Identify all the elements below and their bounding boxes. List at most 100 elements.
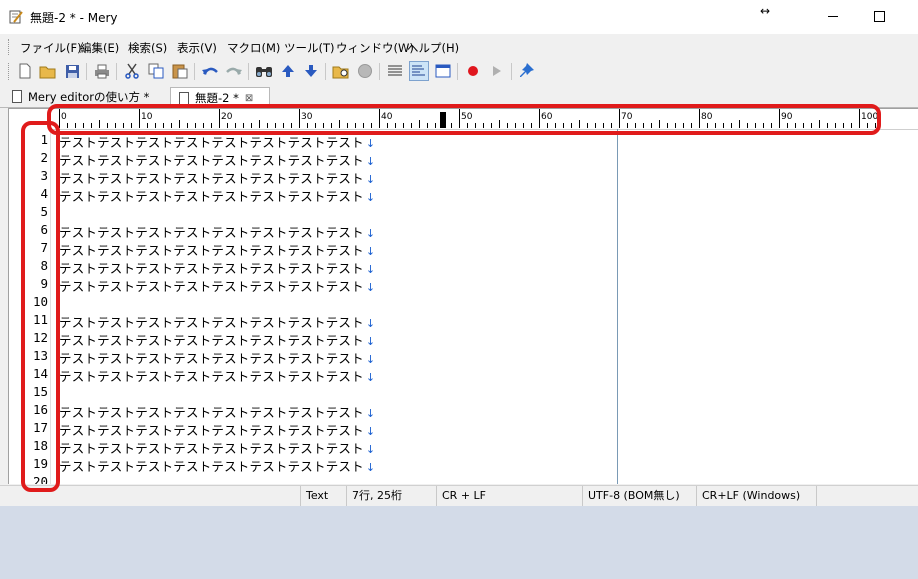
menu-help[interactable]: ヘルプ(H) [407,40,459,56]
close-tab-icon[interactable]: ⊠ [245,93,253,104]
text-line[interactable]: テストテストテストテストテストテストテストテスト ↓ [59,186,375,205]
menu-view[interactable]: 表示(V) [177,40,217,56]
copy-icon[interactable] [146,61,166,81]
line-text: テストテストテストテストテストテストテストテスト [59,153,364,168]
eol-mark-icon: ↓ [365,443,376,456]
menu-tools[interactable]: ツール(T) [284,40,335,56]
status-empty-cell [816,486,918,506]
toolbar-grip [8,63,12,80]
line-text: テストテストテストテストテストテストテストテスト [59,423,364,438]
line-text: テストテストテストテストテストテストテストテスト [59,135,364,150]
line-text: テストテストテストテストテストテストテストテスト [59,459,364,474]
new-file-icon[interactable] [15,61,35,81]
line-text: テストテストテストテストテストテストテストテスト [59,171,364,186]
text-line[interactable]: テストテストテストテストテストテストテストテスト ↓ [59,222,375,241]
toolbar [0,59,918,84]
maximize-button[interactable] [866,6,892,26]
paste-icon[interactable] [170,61,190,81]
eol-mark-icon: ↓ [365,371,376,384]
text-line[interactable]: テストテストテストテストテストテストテストテスト ↓ [59,258,375,277]
line-text: テストテストテストテストテストテストテストテスト [59,279,364,294]
status-encoding[interactable]: UTF-8 (BOM無し) [582,486,696,506]
print-icon[interactable] [92,61,112,81]
editor-pane[interactable]: 0 10 20 30 40 50 60 70 80 90 100 1 2 3 4 5 6 7 8 9 10 11 12 13… [8,108,918,484]
line-text: テストテストテストテストテストテストテストテスト [59,369,364,384]
line-text: テストテストテストテストテストテストテストテスト [59,189,364,204]
eol-mark-icon: ↓ [365,335,376,348]
menu-bar: ファイル(F) 編集(E) 検索(S) 表示(V) マクロ(M) ツール(T) … [0,36,918,58]
app-window: 無題-2 * - Mery ↔ ファイル(F) 編集(E) 検索(S) 表示(V… [0,0,918,506]
status-mode[interactable]: Text [300,486,346,506]
document-icon [12,90,22,103]
eol-mark-icon: ↓ [365,407,376,420]
menu-edit[interactable]: 編集(E) [80,40,119,56]
status-position[interactable]: 7行, 25桁 [346,486,436,506]
menu-window[interactable]: ウィンドウ(W) [336,40,414,56]
undo-icon[interactable] [200,61,220,81]
menubar-grip [8,39,12,55]
menu-search[interactable]: 検索(S) [128,40,167,56]
find-up-icon[interactable] [278,61,298,81]
text-line[interactable]: テストテストテストテストテストテストテストテスト ↓ [59,330,375,349]
line-text: テストテストテストテストテストテストテストテスト [59,261,364,276]
eol-mark-icon: ↓ [365,155,376,168]
minimize-button[interactable] [820,6,846,26]
eol-mark-icon: ↓ [365,281,376,294]
text-line[interactable]: テストテストテストテストテストテストテストテスト ↓ [59,420,375,439]
find-icon[interactable] [254,61,274,81]
text-line[interactable]: テストテストテストテストテストテストテストテスト ↓ [59,312,375,331]
line-text: テストテストテストテストテストテストテストテスト [59,243,364,258]
line-text: テストテストテストテストテストテストテストテスト [59,405,364,420]
eol-mark-icon: ↓ [365,353,376,366]
line-text: テストテストテストテストテストテストテストテスト [59,315,364,330]
document-icon [179,91,189,105]
menu-macro[interactable]: マクロ(M) [227,40,280,56]
window-icon[interactable] [433,61,453,81]
cut-icon[interactable] [122,61,142,81]
text-line[interactable]: テストテストテストテストテストテストテストテスト ↓ [59,276,375,295]
app-icon [9,10,23,24]
text-line[interactable]: テストテストテストテストテストテストテストテスト ↓ [59,168,375,187]
eol-mark-icon: ↓ [365,317,376,330]
circle-gray-icon[interactable] [355,61,375,81]
text-line[interactable]: テストテストテストテストテストテストテストテスト ↓ [59,366,375,385]
open-folder-icon[interactable] [38,61,58,81]
record-macro-icon[interactable] [463,61,483,81]
pin-icon[interactable] [517,61,537,81]
text-line[interactable]: テストテストテストテストテストテストテストテスト ↓ [59,402,375,421]
text-line[interactable]: テストテストテストテストテストテストテストテスト ↓ [59,150,375,169]
grep-icon[interactable] [331,61,351,81]
status-newline-full[interactable]: CR+LF (Windows) [696,486,816,506]
eol-mark-icon: ↓ [365,263,376,276]
text-line[interactable]: テストテストテストテストテストテストテストテスト ↓ [59,456,375,475]
eol-mark-icon: ↓ [365,461,376,474]
eol-mark-icon: ↓ [365,173,376,186]
edit-view-icon[interactable] [409,61,429,81]
save-icon[interactable] [62,61,82,81]
list-view-icon[interactable] [385,61,405,81]
eol-mark-icon: ↓ [365,425,376,438]
text-line[interactable]: テストテストテストテストテストテストテストテスト ↓ [59,348,375,367]
menu-file[interactable]: ファイル(F) [20,40,82,56]
eol-mark-icon: ↓ [365,227,376,240]
eol-mark-icon: ↓ [365,137,376,150]
title-bar: 無題-2 * - Mery ↔ [0,0,918,34]
status-newline[interactable]: CR + LF [436,486,582,506]
line-number-highlight [21,121,60,492]
eol-mark-icon: ↓ [365,245,376,258]
line-text: テストテストテストテストテストテストテストテスト [59,351,364,366]
status-bar: Text 7行, 25桁 CR + LF UTF-8 (BOM無し) CR+LF… [0,485,918,506]
redo-icon[interactable] [224,61,244,81]
ruler-highlight [47,104,881,135]
line-text: テストテストテストテストテストテストテストテスト [59,333,364,348]
line-text: テストテストテストテストテストテストテストテスト [59,225,364,240]
eol-mark-icon: ↓ [365,191,376,204]
find-down-icon[interactable] [301,61,321,81]
play-macro-icon[interactable] [487,61,507,81]
window-title: 無題-2 * - Mery [30,11,118,25]
line-text: テストテストテストテストテストテストテストテスト [59,441,364,456]
text-area[interactable]: テストテストテストテストテストテストテストテスト ↓ テストテストテストテストテスト… [59,129,918,484]
resize-icon: ↔ [760,4,771,18]
text-line[interactable]: テストテストテストテストテストテストテストテスト ↓ [59,240,375,259]
text-line[interactable]: テストテストテストテストテストテストテストテスト ↓ [59,438,375,457]
